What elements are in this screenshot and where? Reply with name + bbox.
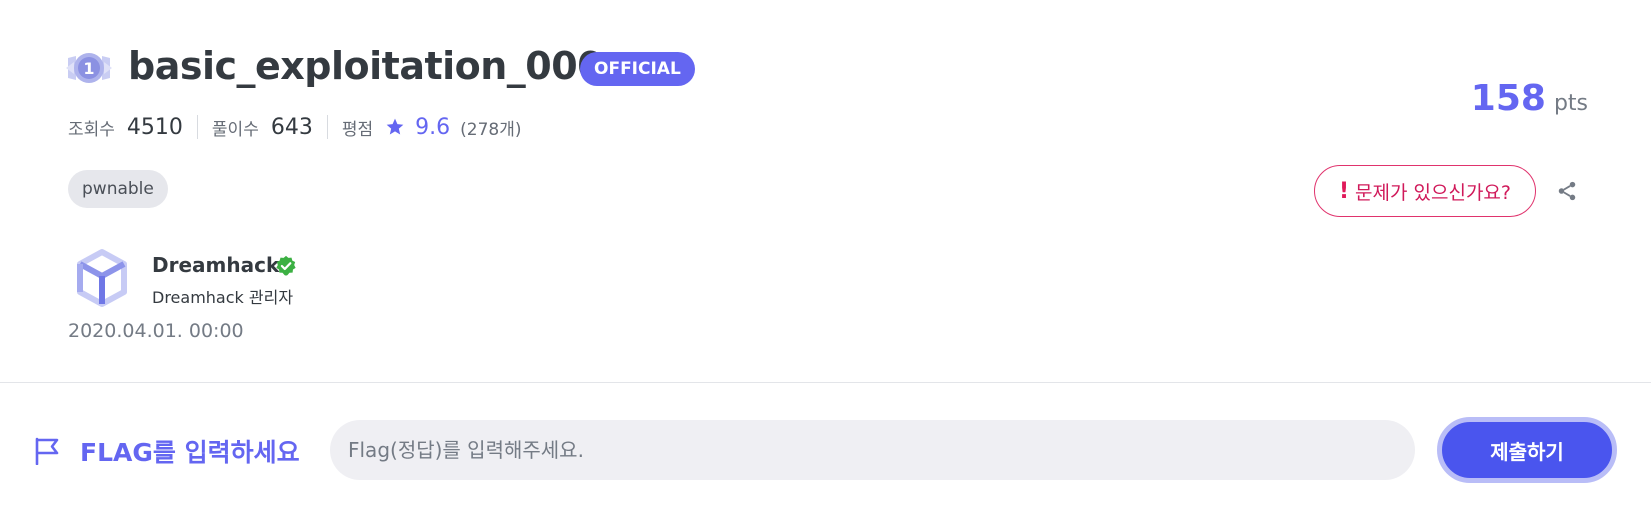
verified-check-icon <box>276 255 296 276</box>
stats-divider <box>326 115 328 139</box>
flag-input[interactable] <box>330 420 1415 480</box>
official-badge: OFFICIAL <box>580 52 695 86</box>
challenge-stats: 조회수 4510 풀이수 643 평점 9.6 (278개) <box>68 112 521 142</box>
views-count: 4510 <box>126 114 183 140</box>
flag-icon <box>35 437 59 465</box>
level-number: 1 <box>83 59 94 78</box>
stats-divider <box>196 115 198 139</box>
challenge-header: 1 basic_exploitation_000 OFFICIAL 조회수 45… <box>0 0 1651 382</box>
tag-pwnable[interactable]: pwnable <box>68 170 168 208</box>
submit-button[interactable]: 제출하기 <box>1437 417 1617 483</box>
challenge-title: basic_exploitation_000 <box>128 44 604 88</box>
exclamation-icon: ! <box>1338 178 1350 204</box>
report-problem-label: 문제가 있으신가요? <box>1355 181 1511 204</box>
points-unit: pts <box>1553 91 1588 116</box>
points-value: 158 <box>1470 78 1546 119</box>
rating-count: (278개) <box>460 119 522 140</box>
solves-count: 643 <box>270 114 313 140</box>
share-icon[interactable] <box>1556 180 1578 202</box>
star-icon <box>386 118 404 135</box>
solves-label: 풀이수 <box>211 119 259 140</box>
rating-label: 평점 <box>341 119 374 140</box>
rating-value: 9.6 <box>415 114 451 140</box>
points-display: 158 pts <box>1471 78 1588 119</box>
views-label: 조회수 <box>68 119 115 140</box>
created-date: 2020.04.01. 00:00 <box>68 320 244 342</box>
flag-label: FLAG를 입력하세요 <box>80 438 300 467</box>
author-name[interactable]: Dreamhack <box>152 253 279 277</box>
report-problem-button[interactable]: ! 문제가 있으신가요? <box>1314 165 1536 217</box>
author-role: Dreamhack 관리자 <box>152 288 294 307</box>
dreamhack-logo-avatar[interactable] <box>72 248 132 308</box>
level-badge-icon: 1 <box>66 53 112 83</box>
